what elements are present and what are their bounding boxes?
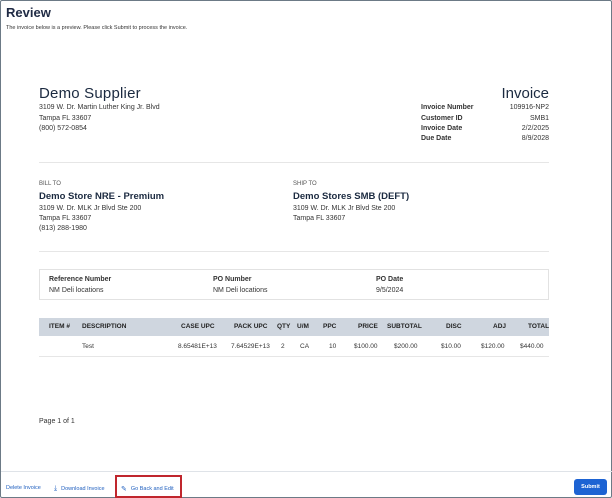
footer-action-bar: Delete Invoice ⤓ Download Invoice ✎ Go B… [1,471,612,498]
column-header: DISC [446,323,462,330]
line-items-header: ITEM # DESCRIPTION CASE UPC PACK UPC QTY… [39,318,549,336]
go-back-and-edit-label: Go Back and Edit [130,486,174,492]
column-header: DESCRIPTION [82,323,127,330]
delete-invoice-label: Delete Invoice [6,485,41,491]
column-header: PRICE [358,323,378,330]
table-cell-price: $100.00 [354,343,378,350]
pencil-icon: ✎ [121,486,127,493]
column-header: ITEM # [49,323,70,330]
column-header: QTY [277,323,291,330]
due-date-value: 8/9/2028 [521,135,549,142]
go-back-and-edit-button[interactable]: ✎ Go Back and Edit [121,485,174,493]
po-number-value: NM Deli locations [213,287,268,294]
table-cell-qty: 2 [281,343,285,350]
po-number-label: PO Number [213,276,252,283]
download-invoice-button[interactable]: ⤓ Download Invoice [54,485,105,493]
ship-to-label: SHIP TO [293,181,317,187]
ship-to-address-line2: Tampa FL 33607 [293,215,346,222]
invoice-preview: Demo Supplier 3109 W. Dr. Martin Luther … [39,41,549,461]
table-cell-disc: $10.00 [441,343,461,350]
bill-to-address-line1: 3109 W. Dr. MLK Jr Blvd Ste 200 [39,205,142,212]
supplier-phone: (800) 572-0854 [39,125,87,132]
invoice-number-value: 109916-NP2 [509,104,549,111]
bill-to-address-line2: Tampa FL 33607 [39,215,92,222]
invoice-date-label: Invoice Date [421,125,463,132]
bill-to-phone: (813) 288-1980 [39,225,87,232]
po-date-value: 9/5/2024 [376,287,404,294]
page-indicator: Page 1 of 1 [39,418,75,425]
page-title: Review [6,5,51,20]
column-header: U/M [297,323,309,330]
table-cell-adj: $120.00 [481,343,505,350]
table-cell-case-upc: 8.65481E+13 [178,343,217,350]
table-cell-ppc: 10 [329,343,337,350]
ship-to-name: Demo Stores SMB (DEFT) [293,191,410,202]
supplier-name: Demo Supplier [39,85,141,102]
invoice-number-label: Invoice Number [421,104,474,111]
supplier-address-line1: 3109 W. Dr. Martin Luther King Jr. Blvd [39,104,160,111]
column-header: TOTAL [528,323,550,330]
divider [39,251,549,252]
column-header: PPC [323,323,337,330]
page-subtitle: The invoice below is a preview. Please c… [6,25,188,31]
bill-to-name: Demo Store NRE - Premium [39,191,165,202]
row-divider [39,356,549,357]
column-header: PACK UPC [234,323,268,330]
table-cell-um: CA [300,343,310,350]
column-header: ADJ [493,323,507,330]
download-icon: ⤓ [54,485,58,492]
table-cell-description: Test [82,343,94,350]
column-header: CASE UPC [181,323,215,330]
submit-button[interactable]: Submit [574,479,607,495]
divider [39,162,549,163]
table-cell-total: $440.00 [520,343,544,350]
column-header: SUBTOTAL [387,323,422,330]
table-cell-pack-upc: 7.64529E+13 [231,343,270,350]
ship-to-address-line1: 3109 W. Dr. MLK Jr Blvd Ste 200 [293,205,396,212]
table-cell-subtotal: $200.00 [394,343,418,350]
invoice-heading: Invoice [501,85,549,102]
download-invoice-label: Download Invoice [61,486,105,492]
supplier-address-line2: Tampa FL 33607 [39,115,92,122]
due-date-label: Due Date [421,135,452,142]
delete-invoice-button[interactable]: Delete Invoice [6,485,41,491]
bill-to-label: BILL TO [39,181,61,187]
reference-number-label: Reference Number [49,276,112,283]
reference-number-value: NM Deli locations [49,287,104,294]
customer-id-label: Customer ID [421,115,463,122]
po-date-label: PO Date [376,276,404,283]
review-window: Review The invoice below is a preview. P… [0,0,612,498]
customer-id-value: SMB1 [529,115,549,122]
reference-box: Reference Number NM Deli locations PO Nu… [39,269,549,300]
invoice-date-value: 2/2/2025 [521,125,549,132]
